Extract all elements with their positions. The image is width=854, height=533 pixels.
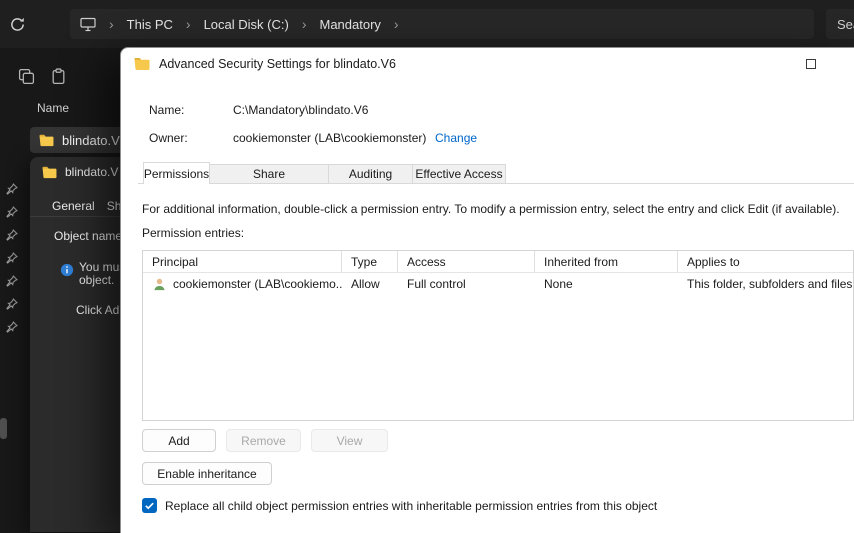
column-header-applies-to[interactable]: Applies to (678, 251, 853, 272)
breadcrumb-chevron-icon: › (185, 16, 191, 32)
tab-auditing[interactable]: Auditing (328, 164, 413, 184)
properties-click-text: Click Ad (76, 303, 120, 317)
tab-permissions[interactable]: Permissions (143, 162, 210, 184)
cell-applies-to: This folder, subfolders and files (687, 277, 853, 291)
copy-icon[interactable] (18, 68, 36, 86)
breadcrumb-item-local-disk-c[interactable]: Local Disk (C:) (204, 17, 289, 32)
permission-entries-label: Permission entries: (142, 226, 245, 240)
info-icon (60, 263, 74, 280)
user-icon (152, 277, 167, 292)
file-row-selected[interactable]: blindato.V6 (30, 127, 120, 153)
pin-icon[interactable] (6, 205, 20, 219)
breadcrumb-chevron-icon: › (301, 16, 307, 32)
file-list-header-name[interactable]: Name (37, 101, 69, 115)
tab-general[interactable]: General (52, 199, 95, 213)
permissions-info-text: For additional information, double-click… (142, 202, 840, 216)
pin-icon[interactable] (6, 182, 20, 196)
breadcrumb-item-this-pc[interactable]: This PC (127, 17, 173, 32)
properties-dialog-title: blindato.V (42, 165, 118, 179)
pin-icon[interactable] (6, 228, 20, 242)
pin-icon[interactable] (6, 320, 20, 334)
tab-sharing[interactable]: Sha (107, 199, 120, 213)
properties-dialog: blindato.V General Sha Object name: You … (30, 157, 120, 532)
cell-type: Allow (351, 277, 380, 291)
advanced-security-settings-dialog: Advanced Security Settings for blindato.… (120, 47, 854, 533)
dialog-title: Advanced Security Settings for blindato.… (159, 57, 396, 71)
pin-icon[interactable] (6, 297, 20, 311)
change-owner-link[interactable]: Change (435, 131, 477, 145)
this-pc-icon (80, 17, 96, 32)
folder-icon (39, 134, 54, 147)
pin-icon[interactable] (6, 251, 20, 265)
cell-inherited-from: None (544, 277, 573, 291)
search-box[interactable]: Sea (826, 9, 854, 39)
address-bar[interactable]: › This PC › Local Disk (C:) › Mandatory … (70, 9, 814, 39)
column-header-type[interactable]: Type (342, 251, 398, 272)
permission-entries-table: Principal Type Access Inherited from App… (142, 250, 854, 421)
object-name-label: Object name: (54, 229, 120, 243)
folder-icon (134, 57, 150, 71)
checkmark-icon (144, 500, 155, 511)
dialog-tab-strip: Permissions Share Auditing Effective Acc… (143, 162, 506, 184)
tab-effective-access[interactable]: Effective Access (412, 164, 506, 184)
pin-icon[interactable] (6, 274, 20, 288)
tab-divider (30, 216, 120, 217)
enable-inheritance-button[interactable]: Enable inheritance (142, 462, 272, 485)
maximize-icon (806, 59, 816, 69)
column-header-access[interactable]: Access (398, 251, 535, 272)
properties-dialog-title-text: blindato.V (65, 165, 119, 179)
table-header-row: Principal Type Access Inherited from App… (143, 251, 853, 273)
search-box-text: Sea (837, 16, 854, 32)
name-value: C:\Mandatory\blindato.V6 (233, 103, 369, 117)
replace-permissions-checkbox[interactable] (142, 498, 157, 513)
folder-icon (42, 166, 57, 179)
scrollbar-thumb[interactable] (0, 418, 7, 439)
breadcrumb-chevron-icon: › (109, 16, 114, 32)
tab-share[interactable]: Share (209, 164, 329, 184)
table-row[interactable]: cookiemonster (LAB\cookiemo... Allow Ful… (143, 273, 853, 295)
cell-principal: cookiemonster (LAB\cookiemo... (173, 277, 342, 291)
explorer-title-bar: › This PC › Local Disk (C:) › Mandatory … (0, 0, 854, 48)
maximize-button[interactable] (800, 54, 822, 74)
breadcrumb-item-mandatory[interactable]: Mandatory (320, 17, 381, 32)
refresh-icon[interactable] (9, 16, 27, 34)
add-button[interactable]: Add (142, 429, 216, 452)
paste-icon[interactable] (50, 68, 68, 86)
column-header-principal[interactable]: Principal (143, 251, 342, 272)
file-name: blindato.V6 (62, 132, 120, 148)
cell-access: Full control (407, 277, 466, 291)
breadcrumb-chevron-icon: › (393, 16, 399, 32)
column-header-inherited-from[interactable]: Inherited from (535, 251, 678, 272)
owner-label: Owner: (149, 131, 188, 145)
replace-permissions-checkbox-label[interactable]: Replace all child object permission entr… (165, 499, 657, 513)
view-button[interactable]: View (311, 429, 388, 452)
owner-value: cookiemonster (LAB\cookiemonster) (233, 131, 427, 145)
remove-button[interactable]: Remove (226, 429, 301, 452)
name-label: Name: (149, 103, 185, 117)
properties-info-text: You mus object. (79, 260, 120, 287)
